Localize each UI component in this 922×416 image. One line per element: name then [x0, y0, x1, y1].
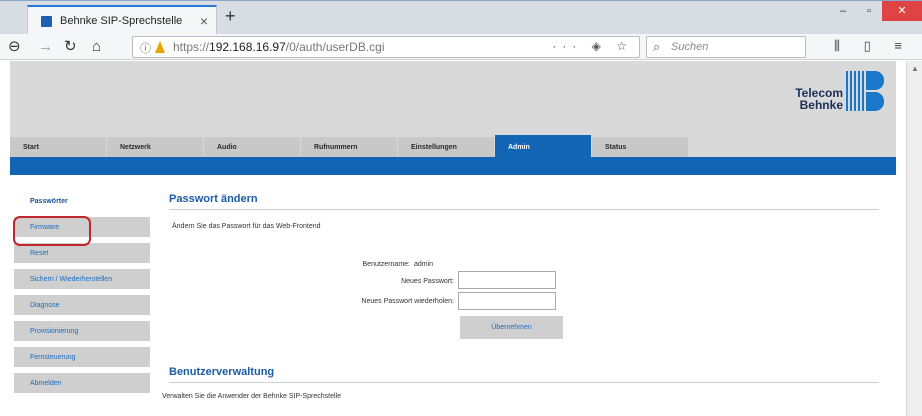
brand-logo-text: Telecom Behnke [795, 86, 843, 112]
tab-start[interactable]: Start [10, 137, 107, 157]
browser-toolbar: ⊖ → ↻ ⌂ ⓘ https://192.168.16.97/0/auth/u… [0, 34, 922, 60]
sidebar-item-passwoerter[interactable]: Passwörter [14, 191, 150, 211]
favicon-icon [41, 16, 52, 27]
tab-admin[interactable]: Admin [495, 135, 592, 157]
new-tab-icon[interactable]: + [225, 6, 236, 27]
home-icon[interactable]: ⌂ [92, 37, 101, 57]
sidebar-item-backup-restore[interactable]: Sichern / Wiederherstellen [14, 269, 150, 289]
search-placeholder: Suchen [671, 41, 709, 53]
tab-rufnummern[interactable]: Rufnummern [301, 137, 398, 157]
sidebar-item-remote-control[interactable]: Fernsteuerung [14, 347, 150, 367]
close-tab-icon[interactable]: × [200, 13, 208, 29]
forward-arrow-icon[interactable]: → [38, 37, 53, 57]
minimize-icon[interactable]: – [830, 1, 856, 21]
password-section-title: Passwort ändern [169, 193, 258, 205]
firmware-highlight-ring [13, 216, 91, 246]
maximize-icon[interactable]: ▫ [856, 1, 882, 21]
page-header [10, 61, 896, 135]
sidebar-item-reset[interactable]: Reset [14, 243, 150, 263]
brand-logo-icon [846, 71, 884, 111]
scroll-up-icon[interactable]: ▲ [911, 64, 919, 73]
url-bar[interactable]: ⓘ https://192.168.16.97/0/auth/userDB.cg… [132, 36, 640, 58]
new-password-input[interactable] [458, 271, 556, 289]
back-arrow-icon[interactable]: ⊖ [8, 37, 21, 57]
window-controls: – ▫ ✕ [830, 1, 922, 23]
section-divider [169, 209, 879, 210]
page-actions-icon[interactable]: ··· ◈ ☆ [552, 39, 633, 53]
user-section-description: Verwalten Sie die Anwender der Behnke SI… [162, 393, 341, 400]
password-section-description: Ändern Sie das Passwort für das Web-Fron… [172, 223, 321, 230]
repeat-password-input[interactable] [458, 292, 556, 310]
section-divider [169, 382, 879, 383]
submit-button[interactable]: Übernehmen [460, 316, 563, 339]
page-viewport: Telecom Behnke Start Netzwerk Audio Rufnumm… [0, 61, 906, 416]
new-password-label: Neues Passwort: [401, 278, 454, 285]
repeat-password-label: Neues Passwort wiederholen: [361, 298, 454, 305]
info-icon[interactable]: ⓘ [140, 40, 151, 56]
tab-title: Behnke SIP-Sprechstelle [60, 15, 183, 27]
library-sidebar-menu-icons[interactable]: ⫼ ▯ ≡ [834, 38, 912, 54]
search-bar[interactable]: ⌕ Suchen [646, 36, 806, 58]
browser-titlebar: Behnke SIP-Sprechstelle × + – ▫ ✕ [0, 0, 922, 35]
reload-icon[interactable]: ↻ [64, 37, 77, 57]
sidebar-item-provisioning[interactable]: Provisionierung [14, 321, 150, 341]
tab-einstellungen[interactable]: Einstellungen [398, 137, 495, 157]
user-section-title: Benutzerverwaltung [169, 366, 275, 378]
main-nav: Start Netzwerk Audio Rufnummern Einstellunge… [10, 135, 896, 157]
username-label: Benutzername: [362, 261, 410, 268]
search-icon: ⌕ [653, 39, 661, 54]
sidebar-item-diagnose[interactable]: Diagnose [14, 295, 150, 315]
nav-underline [10, 157, 896, 175]
url-text[interactable]: https://192.168.16.97/0/auth/userDB.cgi [173, 40, 385, 54]
username-value: admin [414, 261, 434, 268]
tab-netzwerk[interactable]: Netzwerk [107, 137, 204, 157]
page-scrollbar[interactable]: ▲ [906, 61, 922, 416]
browser-tab[interactable]: Behnke SIP-Sprechstelle × [27, 5, 217, 35]
window-close-icon[interactable]: ✕ [882, 1, 922, 21]
tab-status[interactable]: Status [592, 137, 689, 157]
tab-audio[interactable]: Audio [204, 137, 301, 157]
lock-warning-icon [155, 41, 165, 53]
sidebar-item-logout[interactable]: Abmelden [14, 373, 150, 393]
